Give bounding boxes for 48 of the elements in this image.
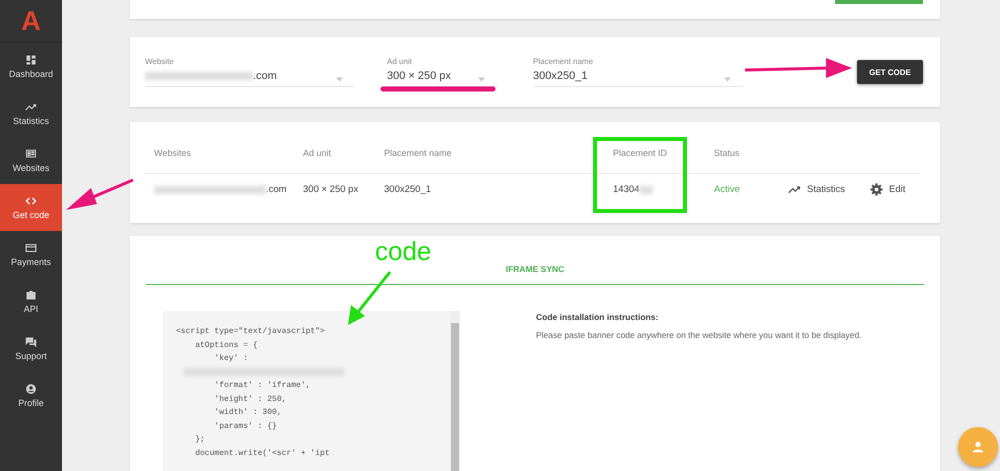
column-header: Websites [154, 148, 191, 158]
nav-item[interactable]: API [0, 278, 62, 325]
dashboard-icon [25, 54, 37, 66]
get-code-button[interactable]: GET CODE [857, 60, 923, 84]
nav-item[interactable]: Dashboard [0, 43, 62, 90]
table-cell: .com [154, 184, 287, 196]
column-header: Placement ID [613, 148, 668, 158]
person-icon [25, 383, 37, 395]
field-value: 300 × 250 px [387, 70, 451, 82]
arrow-annotation [348, 271, 392, 325]
caret-icon [336, 77, 343, 82]
redacted-text [639, 186, 654, 194]
scrollbar[interactable] [450, 311, 460, 471]
profile-button[interactable] [958, 427, 998, 467]
status-text: Active [714, 184, 740, 196]
table-cell: 300x250_1 [384, 184, 432, 196]
table-cell: 300 × 250 px [303, 184, 358, 196]
person-icon [971, 440, 985, 454]
nav-item[interactable]: Statistics [0, 90, 62, 137]
select-field[interactable]: Placement name 300x250_1 [533, 57, 743, 88]
caret-icon [724, 77, 731, 82]
chat-icon [25, 336, 37, 348]
column-header: Placement name [384, 148, 452, 158]
action-link[interactable]: Statistics [788, 183, 846, 196]
column-header: Ad unit [303, 148, 332, 158]
monitor-icon [25, 148, 37, 160]
select-field[interactable]: Ad unit 300 × 250 px [387, 57, 497, 88]
code-block: <script type="text/javascript"> atOptions = { 'key' : 'format' : 'iframe', 'height' : 250, 'width' : 300, 'params' : {} }; document.write('<scr' + 'ipt [163, 311, 460, 471]
nav-item[interactable]: Websites [0, 137, 62, 184]
code-icon [25, 195, 37, 207]
field-value: 300x250_1 [533, 70, 588, 82]
select-field[interactable]: Website .com [145, 57, 355, 88]
nav-item[interactable]: Profile [0, 372, 62, 419]
card-icon [25, 242, 37, 254]
briefcase-icon [25, 289, 37, 301]
instructions-text: Please paste banner code anywhere on the website where you want it to be displayed. [536, 330, 862, 340]
trend-icon [25, 101, 37, 113]
caret-icon [478, 77, 485, 82]
table-cell: 14304 [613, 184, 654, 196]
nav-item[interactable]: Payments [0, 231, 62, 278]
column-header: Status [714, 148, 740, 158]
instructions-title: Code installation instructions: [536, 312, 660, 322]
nav-item[interactable]: Get code [0, 184, 62, 231]
field-value: .com [145, 70, 277, 82]
action-link[interactable]: Edit [870, 183, 906, 196]
arrow-annotation [66, 178, 134, 210]
settings-icon [870, 183, 883, 196]
nav-item[interactable]: Support [0, 325, 62, 372]
